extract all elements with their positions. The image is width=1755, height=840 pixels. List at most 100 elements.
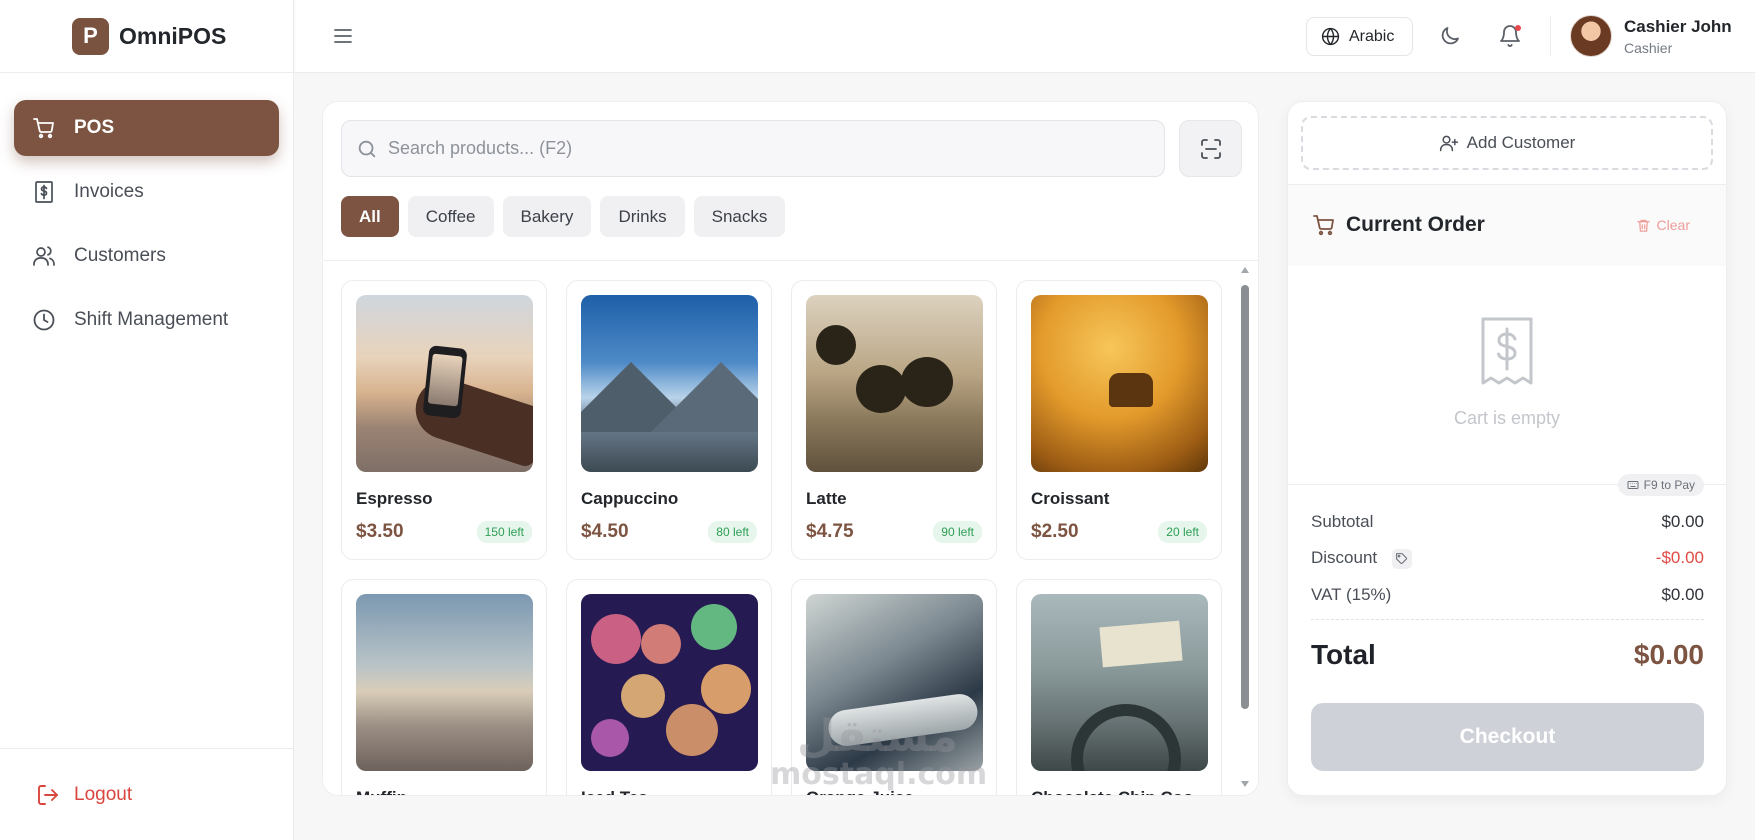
- stock-badge: 90 left: [933, 521, 982, 543]
- clear-cart-button[interactable]: Clear: [1636, 217, 1690, 233]
- product-card-espresso[interactable]: Espresso $3.50 150 left: [341, 280, 547, 560]
- product-image: [806, 295, 983, 472]
- logout-button[interactable]: Logout: [0, 748, 293, 840]
- notification-dot: [1515, 25, 1521, 31]
- discount-tag-button[interactable]: [1391, 548, 1412, 569]
- vat-row: VAT (15%) $0.00: [1311, 585, 1704, 605]
- product-card-cappuccino[interactable]: Cappuccino $4.50 80 left: [566, 280, 772, 560]
- cart-icon: [1312, 213, 1336, 237]
- sidebar-item-customers[interactable]: Customers: [14, 228, 279, 284]
- category-snacks[interactable]: Snacks: [693, 196, 786, 237]
- product-image: [581, 295, 758, 472]
- order-panel: Add Customer Current Order Clear Cart is…: [1287, 101, 1727, 796]
- sidebar-item-invoices[interactable]: Invoices: [14, 164, 279, 220]
- product-card-croissant[interactable]: Croissant $2.50 20 left: [1016, 280, 1222, 560]
- app-logo: P: [72, 17, 109, 55]
- stock-badge: 150 left: [476, 521, 532, 543]
- total-value: $0.00: [1633, 639, 1704, 670]
- stock-badge: 20 left: [1158, 521, 1207, 543]
- moon-icon: [1441, 27, 1459, 45]
- scan-icon: [1200, 138, 1221, 159]
- product-name: Espresso: [356, 489, 433, 508]
- category-bakery[interactable]: Bakery: [502, 196, 592, 237]
- vat-label: VAT (15%): [1311, 585, 1392, 604]
- product-name: Iced Tea: [581, 788, 757, 795]
- watermark: مستقل mostaql.com: [770, 711, 987, 793]
- category-all[interactable]: All: [341, 196, 399, 237]
- scroll-thumb[interactable]: [1241, 285, 1249, 709]
- sidebar-item-shift-management[interactable]: Shift Management: [14, 292, 279, 348]
- empty-cart-state: Cart is empty: [1288, 317, 1726, 429]
- language-switch-button[interactable]: Arabic: [1306, 17, 1413, 56]
- checkout-button[interactable]: Checkout: [1311, 703, 1704, 771]
- header-divider: [1550, 16, 1551, 56]
- product-image: [356, 594, 533, 771]
- main-nav: POS Invoices Customers Shift Management: [0, 73, 293, 348]
- brand[interactable]: P OmniPOS: [0, 0, 293, 73]
- sidebar-item-label: Invoices: [74, 181, 144, 202]
- add-customer-label: Add Customer: [1466, 133, 1576, 152]
- category-coffee[interactable]: Coffee: [407, 196, 494, 237]
- avatar: [1570, 15, 1612, 57]
- sidebar-item-label: Shift Management: [74, 309, 229, 330]
- product-price: $4.75: [806, 521, 854, 542]
- product-price: $3.50: [356, 521, 404, 542]
- product-image: [1031, 295, 1208, 472]
- sidebar-item-pos[interactable]: POS: [14, 100, 279, 156]
- product-card-latte[interactable]: Latte $4.75 90 left: [791, 280, 997, 560]
- search-input[interactable]: [388, 138, 1148, 159]
- top-header: Arabic Cashier John Cashier: [295, 0, 1755, 73]
- product-card-muffin[interactable]: Muffin: [341, 579, 547, 795]
- product-image: [581, 594, 758, 771]
- cart-icon: [32, 116, 56, 140]
- sidebar-item-label: POS: [74, 117, 115, 138]
- menu-toggle-button[interactable]: [331, 24, 355, 48]
- watermark-logo: مستقل: [797, 711, 958, 762]
- trash-icon: [1636, 218, 1651, 233]
- product-image: [356, 295, 533, 472]
- logout-icon: [36, 783, 60, 807]
- sidebar-item-label: Customers: [74, 245, 166, 266]
- hamburger-icon: [334, 29, 352, 43]
- subtotal-label: Subtotal: [1311, 512, 1374, 531]
- user-menu[interactable]: Cashier John Cashier: [1570, 15, 1732, 57]
- clock-icon: [32, 308, 56, 332]
- add-customer-button[interactable]: Add Customer: [1301, 116, 1713, 170]
- clear-label: Clear: [1656, 217, 1690, 233]
- product-name: Cappuccino: [581, 489, 679, 508]
- language-label: Arabic: [1349, 27, 1395, 45]
- product-card-chocolate-chip[interactable]: Chocolate Chip Coo...: [1016, 579, 1222, 795]
- product-card-iced-tea[interactable]: Iced Tea: [566, 579, 772, 795]
- user-name: Cashier John: [1624, 16, 1732, 36]
- receipt-icon: [1479, 317, 1535, 390]
- product-scrollbar[interactable]: [1240, 267, 1250, 787]
- product-price: $4.50: [581, 521, 629, 542]
- globe-icon: [1321, 27, 1340, 46]
- product-name: Croissant: [1031, 489, 1110, 508]
- subtotal-row: Subtotal $0.00: [1311, 512, 1704, 532]
- total-row: Total $0.00: [1311, 639, 1704, 671]
- panel-divider: [323, 260, 1258, 261]
- barcode-scan-button[interactable]: [1179, 120, 1242, 177]
- category-filters: All Coffee Bakery Drinks Snacks: [341, 196, 786, 237]
- user-role: Cashier: [1624, 39, 1673, 56]
- scroll-down-arrow[interactable]: [1241, 781, 1249, 787]
- pay-hint-text: F9 to Pay: [1643, 478, 1695, 492]
- user-plus-icon: [1439, 133, 1459, 153]
- discount-label: Discount: [1311, 548, 1378, 567]
- notifications-button[interactable]: [1498, 24, 1522, 48]
- theme-toggle-button[interactable]: [1438, 24, 1462, 48]
- order-header: Current Order Clear: [1288, 184, 1726, 266]
- order-title: Current Order: [1346, 213, 1485, 236]
- search-box[interactable]: [341, 120, 1165, 177]
- tag-icon: [1396, 553, 1408, 565]
- product-price: $2.50: [1031, 521, 1079, 542]
- product-name: Latte: [806, 489, 847, 508]
- sidebar: P OmniPOS POS Invoices Customers Shift M…: [0, 0, 294, 840]
- product-name: Muffin: [356, 788, 532, 795]
- keyboard-icon: [1627, 479, 1639, 491]
- scroll-up-arrow[interactable]: [1241, 267, 1249, 273]
- total-label: Total: [1311, 639, 1376, 670]
- search-icon: [356, 138, 378, 160]
- category-drinks[interactable]: Drinks: [600, 196, 685, 237]
